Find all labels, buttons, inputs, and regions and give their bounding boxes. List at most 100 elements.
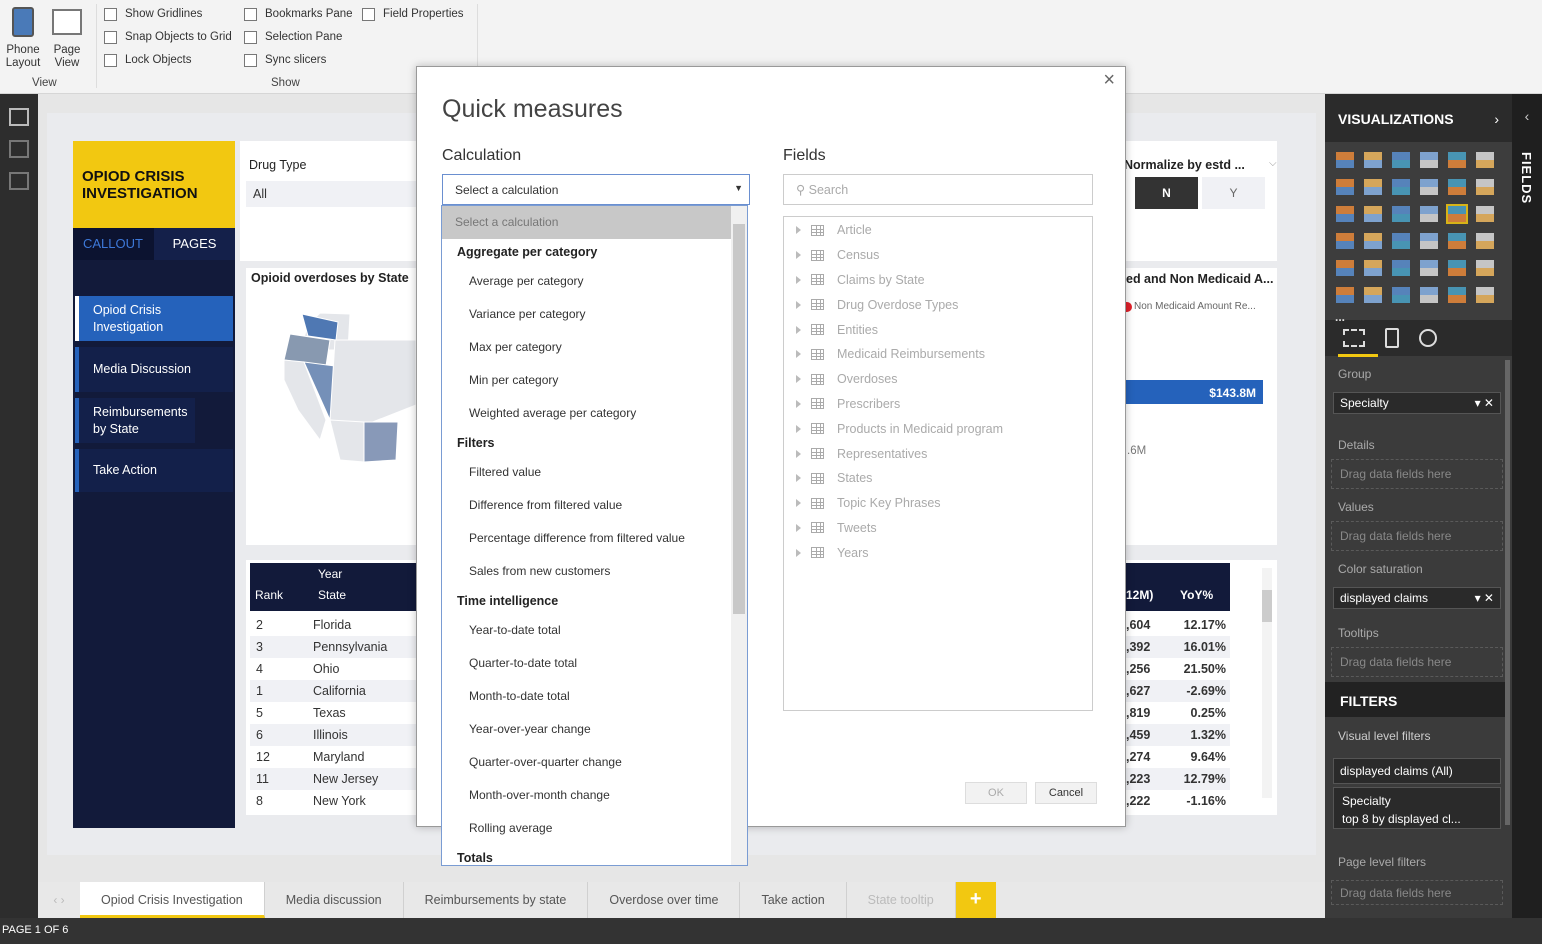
- dropdown-option-selected[interactable]: Select a calculation: [442, 206, 731, 239]
- header-amount[interactable]: 12M): [1126, 588, 1153, 602]
- table-row[interactable]: ,256 21.50%: [1126, 658, 1230, 680]
- cancel-button[interactable]: Cancel: [1035, 782, 1097, 804]
- visual-type-icon[interactable]: [1476, 152, 1494, 168]
- visual-type-icon[interactable]: [1392, 260, 1410, 276]
- page-tab[interactable]: Reimbursements by state: [403, 882, 589, 918]
- expand-arrow-icon[interactable]: [796, 300, 801, 309]
- visual-type-icon[interactable]: [1476, 179, 1494, 195]
- expand-arrow-icon[interactable]: [796, 325, 801, 334]
- color-saturation-well[interactable]: displayed claims ▾ ✕: [1333, 587, 1501, 609]
- visual-type-icon[interactable]: [1448, 260, 1466, 276]
- field-table-item[interactable]: States: [784, 466, 1092, 491]
- page-view-button[interactable]: Page View: [48, 44, 86, 70]
- table-row[interactable]: 2 Florida: [250, 614, 416, 636]
- data-view-icon[interactable]: [9, 140, 29, 158]
- field-table-item[interactable]: Representatives: [784, 441, 1092, 466]
- table-scrollbar[interactable]: [1262, 568, 1272, 798]
- visual-type-icon[interactable]: [1476, 260, 1494, 276]
- field-properties-checkbox[interactable]: Field Properties: [362, 6, 464, 22]
- visual-type-icon[interactable]: [1392, 152, 1410, 168]
- visual-type-icon[interactable]: [1336, 206, 1354, 222]
- fields-pane-collapsed[interactable]: ‹ FIELDS: [1512, 94, 1542, 918]
- field-table-item[interactable]: Medicaid Reimbursements: [784, 342, 1092, 367]
- field-table-item[interactable]: Overdoses: [784, 367, 1092, 392]
- page-tab[interactable]: Media discussion: [264, 882, 404, 918]
- ok-button[interactable]: OK: [965, 782, 1027, 804]
- visual-type-icon[interactable]: [1392, 233, 1410, 249]
- normalize-y-button[interactable]: Y: [1202, 177, 1265, 209]
- field-table-item[interactable]: Entities: [784, 317, 1092, 342]
- calculation-dropdown[interactable]: Select a calculation ▼: [442, 174, 750, 205]
- page-tab[interactable]: State tooltip: [846, 882, 956, 918]
- page-tab[interactable]: Overdose over time: [588, 882, 741, 918]
- close-icon[interactable]: ×: [1103, 69, 1115, 92]
- table-row[interactable]: 8 New York: [250, 790, 416, 812]
- table-row[interactable]: ,604 12.17%: [1126, 614, 1230, 636]
- visual-type-icon[interactable]: [1448, 152, 1466, 168]
- header-yoy[interactable]: YoY%: [1180, 588, 1213, 602]
- visual-type-icon[interactable]: [1364, 260, 1382, 276]
- dropdown-option[interactable]: Max per category: [442, 331, 731, 364]
- normalize-n-button[interactable]: N: [1135, 177, 1198, 209]
- header-state[interactable]: State: [318, 588, 346, 602]
- visual-type-icon[interactable]: [1448, 179, 1466, 195]
- tab-scroll-arrows[interactable]: ‹ ›: [38, 882, 80, 918]
- visual-type-icon[interactable]: [1336, 233, 1354, 249]
- nav-item-opiod-crisis[interactable]: Opiod Crisis Investigation: [75, 296, 233, 341]
- dropdown-option[interactable]: Year-to-date total: [442, 614, 731, 647]
- visual-type-icon[interactable]: [1446, 204, 1468, 224]
- visual-type-icon[interactable]: [1336, 260, 1354, 276]
- dropdown-option[interactable]: Variance per category: [442, 298, 731, 331]
- table-row[interactable]: 11 New Jersey: [250, 768, 416, 790]
- report-view-icon[interactable]: [9, 108, 29, 126]
- dropdown-option[interactable]: Year-over-year change: [442, 713, 731, 746]
- model-view-icon[interactable]: [9, 172, 29, 190]
- expand-icon[interactable]: ‹: [1512, 108, 1542, 124]
- show-gridlines-checkbox[interactable]: Show Gridlines: [104, 6, 202, 22]
- field-table-item[interactable]: Claims by State: [784, 268, 1092, 293]
- dropdown-option[interactable]: Difference from filtered value: [442, 489, 731, 522]
- table-row[interactable]: 3 Pennsylvania: [250, 636, 416, 658]
- table-row[interactable]: ,627 -2.69%: [1126, 680, 1230, 702]
- page-filters-well[interactable]: Drag data fields here: [1331, 880, 1503, 905]
- table-row[interactable]: 6 Illinois: [250, 724, 416, 746]
- visual-type-icon[interactable]: [1476, 233, 1494, 249]
- pane-scrollbar[interactable]: [1505, 360, 1510, 825]
- analytics-icon[interactable]: [1419, 329, 1437, 347]
- details-well[interactable]: Drag data fields here: [1331, 459, 1503, 489]
- table-row[interactable]: ,274 9.64%: [1126, 746, 1230, 768]
- callout-tab[interactable]: CALLOUT: [73, 228, 154, 260]
- table-row[interactable]: 12 Maryland: [250, 746, 416, 768]
- expand-arrow-icon[interactable]: [796, 275, 801, 284]
- visual-type-icon[interactable]: [1364, 287, 1382, 303]
- expand-arrow-icon[interactable]: [796, 350, 801, 359]
- bar[interactable]: $143.8M: [1126, 380, 1263, 404]
- visual-type-icon[interactable]: [1448, 287, 1466, 303]
- dropdown-option[interactable]: Average per category: [442, 265, 731, 298]
- dropdown-option[interactable]: Month-to-date total: [442, 680, 731, 713]
- format-paint-roller-icon[interactable]: [1385, 328, 1399, 348]
- filter-specialty[interactable]: Specialty top 8 by displayed cl...: [1333, 787, 1501, 829]
- nav-item-media-discussion[interactable]: Media Discussion: [75, 347, 233, 392]
- visual-type-icon[interactable]: [1420, 287, 1438, 303]
- fields-search-input[interactable]: ⚲ Search: [783, 174, 1093, 205]
- visual-type-icon[interactable]: [1392, 206, 1410, 222]
- page-tab[interactable]: Opiod Crisis Investigation: [80, 882, 265, 918]
- collapse-icon[interactable]: ›: [1494, 111, 1499, 127]
- expand-arrow-icon[interactable]: [796, 424, 801, 433]
- expand-arrow-icon[interactable]: [796, 449, 801, 458]
- table-row[interactable]: ,222 -1.16%: [1126, 790, 1230, 812]
- tooltips-well[interactable]: Drag data fields here: [1331, 647, 1503, 677]
- visual-type-icon[interactable]: [1420, 260, 1438, 276]
- add-page-button[interactable]: +: [955, 882, 996, 918]
- visual-type-icon[interactable]: [1364, 206, 1382, 222]
- dropdown-scrollbar[interactable]: [731, 206, 747, 865]
- visual-type-icon[interactable]: [1476, 206, 1494, 222]
- sync-slicers-checkbox[interactable]: Sync slicers: [244, 52, 326, 68]
- visual-type-icon[interactable]: [1420, 233, 1438, 249]
- dropdown-option[interactable]: Sales from new customers: [442, 555, 731, 588]
- table-row[interactable]: 5 Texas: [250, 702, 416, 724]
- remove-icon[interactable]: ▾ ✕: [1475, 591, 1494, 605]
- field-table-item[interactable]: Tweets: [784, 516, 1092, 541]
- values-well[interactable]: Drag data fields here: [1331, 521, 1503, 551]
